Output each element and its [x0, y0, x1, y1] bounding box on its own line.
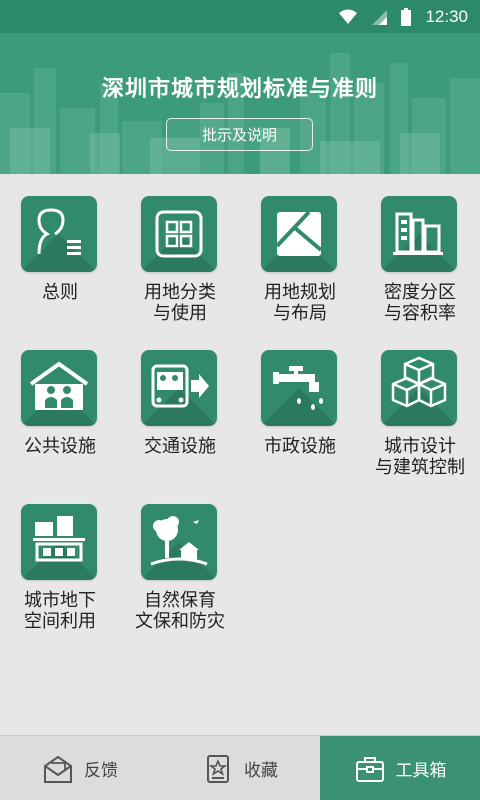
clock: 12:30 — [425, 6, 468, 26]
tab-toolbox[interactable]: 工具箱 — [320, 736, 480, 800]
category-grid: 总则 用地分类与使用 用地规划与布局 密度分区与容积率 公共设施 交通设施 — [0, 174, 480, 735]
battery-icon — [401, 7, 412, 26]
tab-favorites-label: 收藏 — [244, 761, 278, 781]
signal-icon — [372, 9, 388, 25]
category-label: 用地规划 — [264, 282, 336, 303]
category-label-line2: 与建筑控制 — [375, 457, 465, 478]
instructions-button[interactable]: 批示及说明 — [166, 118, 313, 151]
category-label: 城市地下 — [24, 590, 96, 611]
category-nature-conservation[interactable]: 自然保育 文保和防灾 — [120, 482, 240, 636]
category-label-line2: 文保和防灾 — [135, 611, 225, 632]
buildings-icon — [381, 196, 457, 272]
person-document-icon — [21, 196, 97, 272]
tab-toolbox-label: 工具箱 — [395, 761, 447, 781]
category-label-line2: 与使用 — [153, 303, 207, 324]
bottom-nav: 反馈 收藏 工具箱 — [0, 735, 480, 800]
land-plot-icon — [261, 196, 337, 272]
category-land-planning[interactable]: 用地规划 与布局 — [240, 174, 360, 328]
tab-feedback-label: 反馈 — [84, 761, 118, 781]
faucet-icon — [261, 350, 337, 426]
category-general[interactable]: 总则 — [0, 174, 120, 328]
toolbox-icon — [355, 756, 384, 782]
envelope-edit-icon — [44, 755, 72, 783]
category-label: 公共设施 — [24, 436, 96, 457]
underground-building-icon — [21, 504, 97, 580]
tree-house-icon — [141, 504, 217, 580]
category-transportation[interactable]: 交通设施 — [120, 328, 240, 482]
category-label: 交通设施 — [144, 436, 216, 457]
category-public-facilities[interactable]: 公共设施 — [0, 328, 120, 482]
category-label-line2: 与容积率 — [384, 303, 456, 324]
page-title: 深圳市城市规划标准与准则 — [101, 77, 378, 102]
category-label: 用地分类 — [144, 282, 216, 303]
category-label: 城市设计 — [384, 436, 456, 457]
cubes-icon — [381, 350, 457, 426]
people-house-icon — [21, 350, 97, 426]
star-document-icon — [207, 754, 229, 783]
category-density-zoning[interactable]: 密度分区 与容积率 — [360, 174, 480, 328]
category-urban-design[interactable]: 城市设计 与建筑控制 — [360, 328, 480, 482]
city-skyline-illustration — [0, 53, 480, 174]
category-municipal-facilities[interactable]: 市政设施 — [240, 328, 360, 482]
header-banner: 深圳市城市规划标准与准则 批示及说明 — [0, 33, 480, 174]
category-label: 自然保育 — [144, 590, 216, 611]
wifi-icon — [339, 9, 358, 24]
category-label-line2: 与布局 — [273, 303, 327, 324]
category-land-classification[interactable]: 用地分类 与使用 — [120, 174, 240, 328]
bus-icon — [141, 350, 217, 426]
category-label-line2: 空间利用 — [24, 611, 96, 632]
category-label: 市政设施 — [264, 436, 336, 457]
grid-squares-icon — [141, 196, 217, 272]
tab-favorites[interactable]: 收藏 — [160, 736, 320, 800]
status-bar: 12:30 — [0, 0, 480, 33]
tab-feedback[interactable]: 反馈 — [0, 736, 160, 800]
category-underground-space[interactable]: 城市地下 空间利用 — [0, 482, 120, 636]
category-label: 密度分区 — [384, 282, 456, 303]
category-label: 总则 — [42, 282, 78, 303]
